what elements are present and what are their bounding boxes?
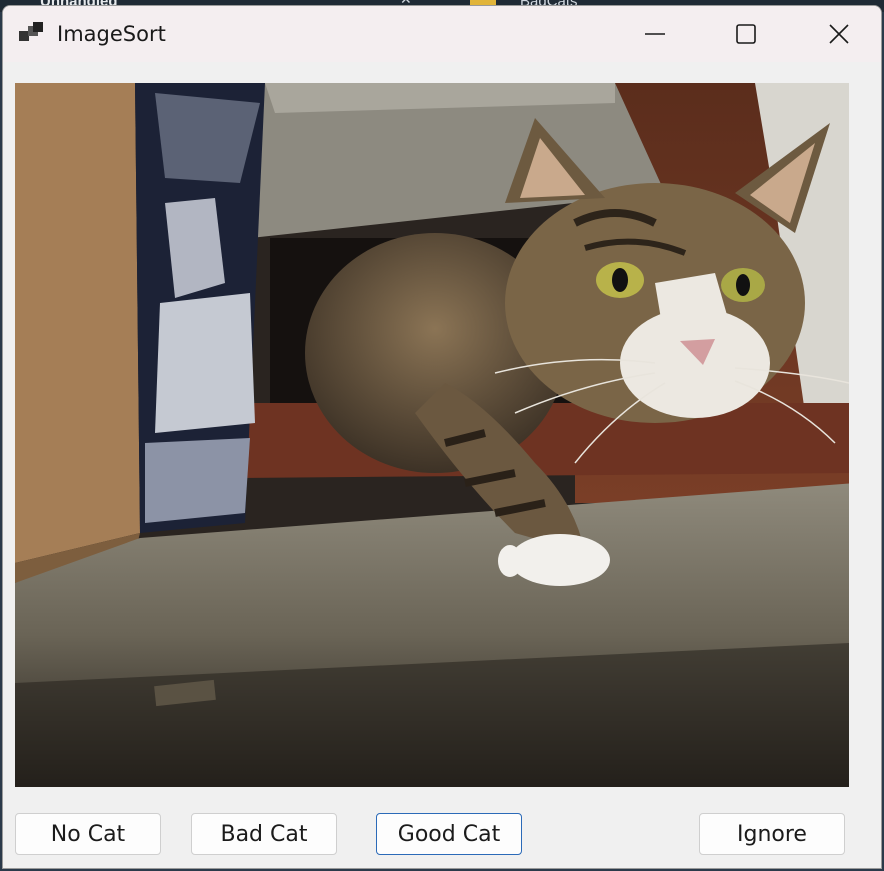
imagesort-window: ImageSort No Cat Bad Cat Good Cat Ignore bbox=[2, 5, 882, 869]
cat-photo-illustration bbox=[15, 83, 849, 787]
title-bar[interactable]: ImageSort bbox=[3, 6, 881, 62]
bad-cat-button[interactable]: Bad Cat bbox=[191, 813, 337, 855]
window-title: ImageSort bbox=[57, 22, 166, 46]
ignore-button[interactable]: Ignore bbox=[699, 813, 845, 855]
maximize-icon bbox=[736, 24, 756, 44]
close-icon bbox=[829, 24, 849, 44]
minimize-button[interactable] bbox=[609, 6, 701, 62]
minimize-icon bbox=[645, 33, 665, 35]
good-cat-button[interactable]: Good Cat bbox=[376, 813, 522, 855]
maximize-button[interactable] bbox=[700, 6, 792, 62]
close-button[interactable] bbox=[793, 6, 881, 62]
no-cat-button[interactable]: No Cat bbox=[15, 813, 161, 855]
cat-photo bbox=[15, 83, 849, 787]
app-window-icon bbox=[19, 22, 43, 41]
